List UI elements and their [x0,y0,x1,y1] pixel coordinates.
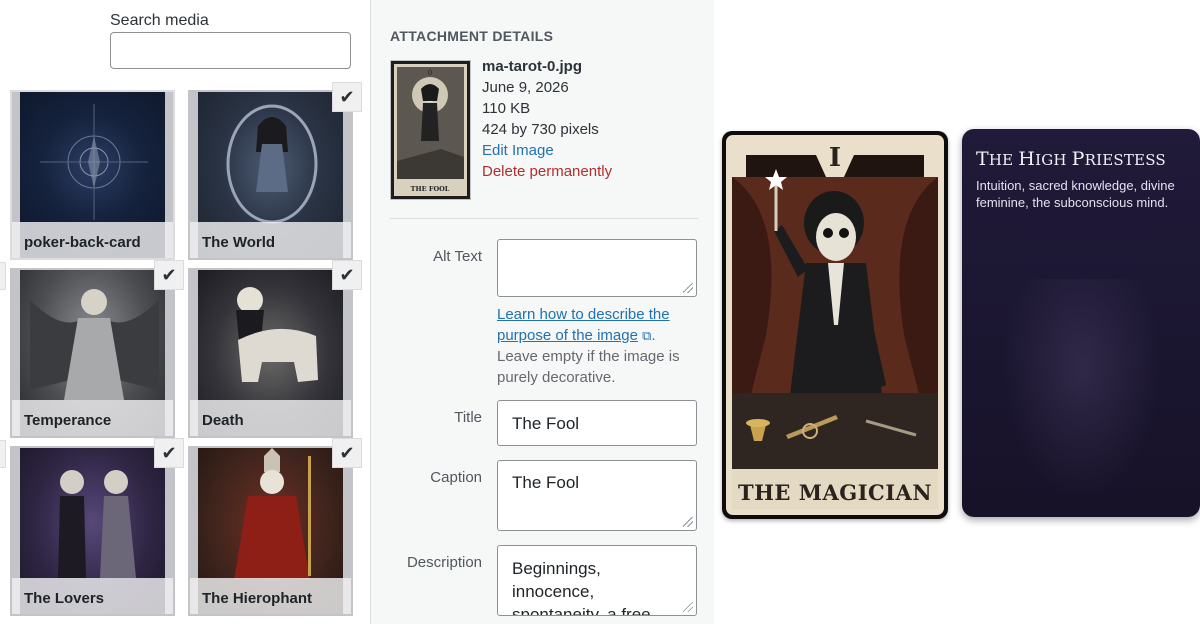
search-media-input[interactable] [110,32,351,69]
title-part: T [976,148,989,170]
attachment-details-heading: ATTACHMENT DETAILS [390,28,554,44]
title-label: Title [454,409,482,426]
title-part: HE [988,151,1019,169]
alt-text-label: Alt Text [433,248,482,265]
help-period: . [651,327,656,344]
figure-illustration [236,287,318,382]
selected-check-icon[interactable]: ✔ [332,82,362,112]
figure-illustration [30,289,159,400]
selected-check-icon[interactable]: ✔ [154,438,184,468]
magician-illustration [732,155,938,509]
edit-image-link[interactable]: Edit Image [482,142,554,159]
selected-check-icon[interactable]: ✔ [154,260,184,290]
title-part: H [1018,148,1036,170]
delete-permanently-link[interactable]: Delete permanently [482,163,612,180]
fool-card-illustration: 0 THE FOOL [394,64,467,196]
external-link-icon: ⧉ [642,328,652,343]
magician-card-number: I [828,143,842,173]
media-item-label: Temperance [24,412,112,429]
attachment-dimensions: 424 by 730 pixels [482,121,599,138]
alt-text-resize-handle[interactable] [683,283,693,293]
media-library-grid: Search media poker-back-card The World ✔… [0,0,370,624]
alt-text-help-tail: Leave empty if the image is purely decor… [497,348,680,386]
media-item-label: Death [202,412,244,429]
thumb-card-caption: THE FOOL [411,185,450,193]
media-item-label: The Hierophant [202,590,313,607]
magician-card-title: THE MAGICIAN [737,480,933,505]
high-priestess-description: Intuition, sacred knowledge, divine femi… [976,178,1175,210]
magician-card[interactable]: I THE MAGICIAN [722,131,948,519]
thumb-card-number: 0 [428,69,432,77]
figure-illustration [58,470,136,578]
magician-card-face: I THE MAGICIAN [726,135,944,515]
title-part: IGH [1035,151,1072,169]
media-item-death[interactable]: Death [188,268,353,438]
description-label: Description [406,554,482,571]
attachment-details-panel: ATTACHMENT DETAILS 0 THE FOOL ma-tarot-0… [370,0,714,624]
priestess-card-background-art [1002,279,1162,499]
figure-illustration [226,104,318,224]
media-item-label: The Lovers [24,590,105,607]
description-resize-handle[interactable] [683,602,693,612]
media-item-label: The World [202,234,276,251]
attachment-thumbnail: 0 THE FOOL [390,60,471,200]
search-media-label: Search media [110,12,209,29]
tarot-card-preview: I THE MAGICIAN THE HIGH PRIESTESS Intuit… [714,0,1200,624]
selected-check-icon[interactable]: ✔ [332,260,362,290]
media-item-poker-back-card[interactable]: poker-back-card [10,90,175,260]
high-priestess-title: THE HIGH PRIESTESS [976,148,1166,170]
description-field[interactable]: Beginnings, innocence, spontaneity, a fr… [497,545,697,616]
title-part: RIESTESS [1084,151,1166,169]
title-field[interactable]: The Fool [497,400,697,446]
divider [390,218,698,219]
media-item-temperance[interactable]: Temperance [10,268,175,438]
attachment-date: June 9, 2026 [482,79,569,96]
attachment-filesize: 110 KB [482,100,531,117]
caption-resize-handle[interactable] [683,517,693,527]
high-priestess-card[interactable]: THE HIGH PRIESTESS Intuition, sacred kno… [962,129,1200,517]
media-item-the-lovers[interactable]: The Lovers [10,446,175,616]
alt-text-field[interactable] [497,239,697,297]
partial-check-left-1 [0,262,6,290]
media-item-label: poker-back-card [24,234,141,251]
attachment-filename: ma-tarot-0.jpg [482,58,583,75]
title-part: P [1071,148,1085,170]
media-item-the-hierophant[interactable]: The Hierophant [188,446,353,616]
alt-text-help: Learn how to describe the purpose of the… [497,304,697,388]
card-back-pattern [40,104,148,220]
figure-illustration [234,448,311,580]
partial-check-left-2 [0,440,6,468]
media-item-the-world[interactable]: The World [188,90,353,260]
screenshot-stage: Search media poker-back-card The World ✔… [0,0,1200,624]
caption-label: Caption [430,469,482,486]
selected-check-icon[interactable]: ✔ [332,438,362,468]
caption-field[interactable]: The Fool [497,460,697,531]
